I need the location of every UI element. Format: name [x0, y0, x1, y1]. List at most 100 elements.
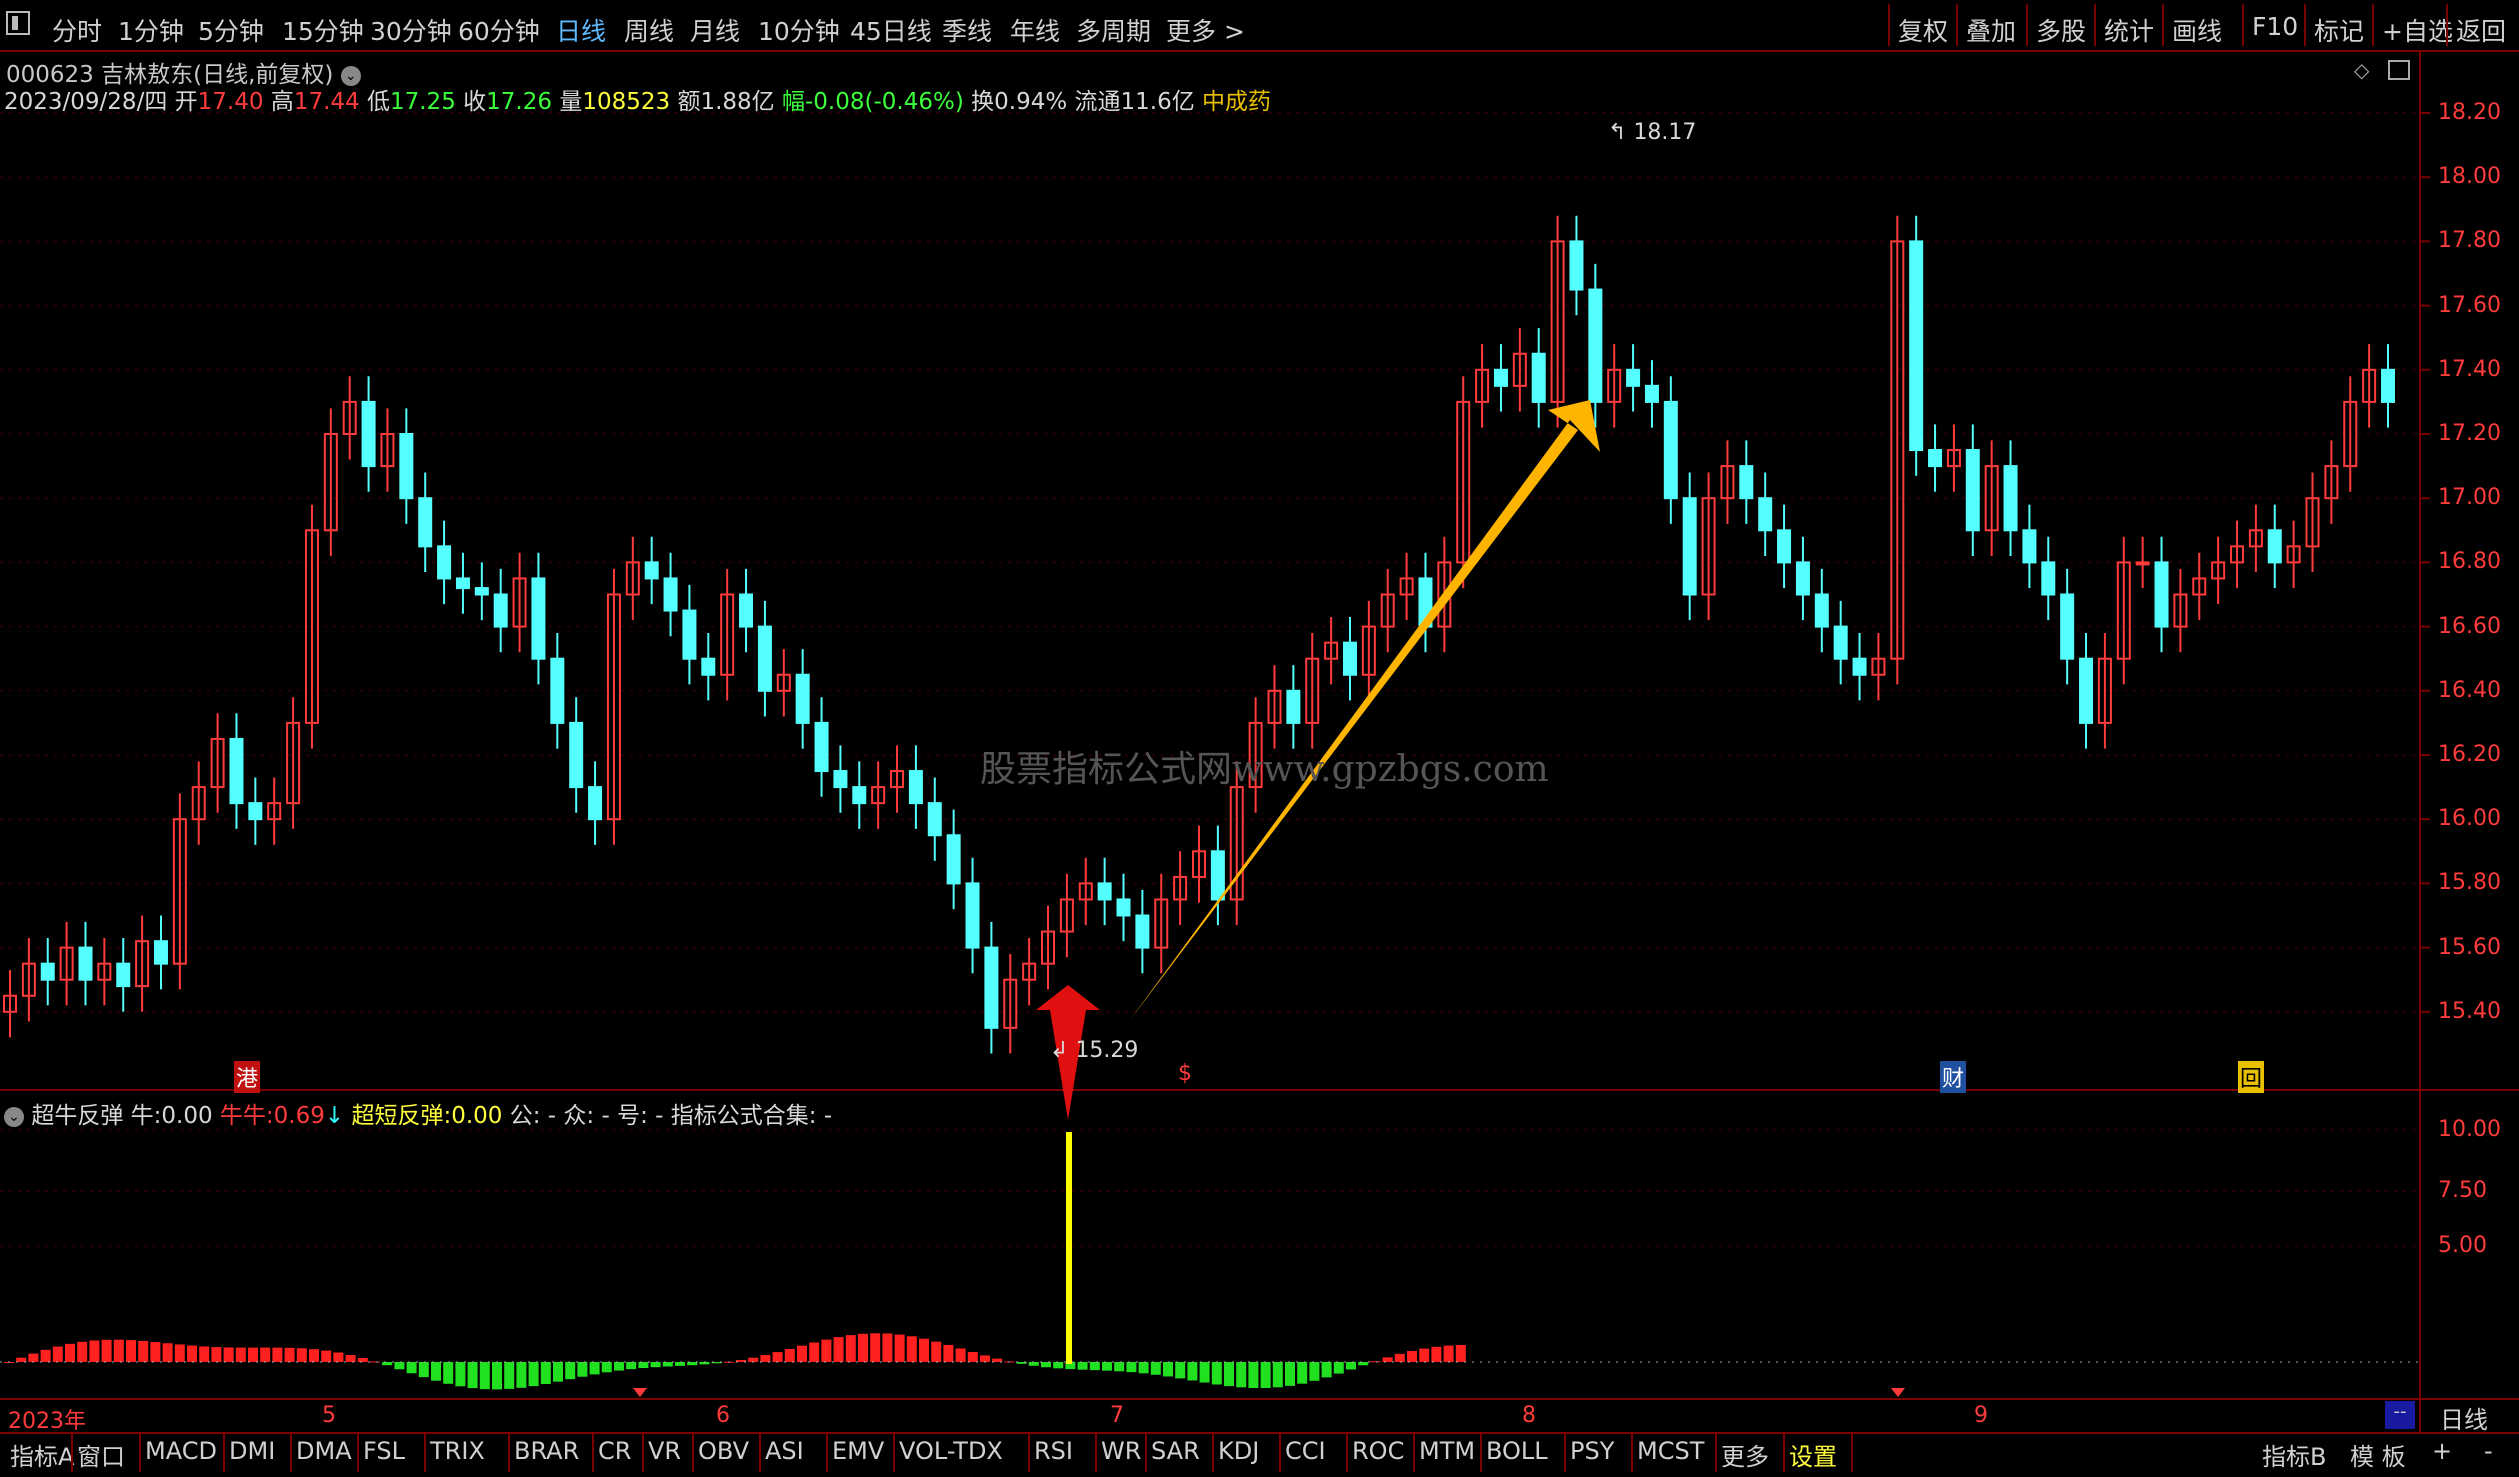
indicator-bar	[1089, 1362, 1100, 1371]
candle-body	[153, 940, 168, 965]
tool-button[interactable]: 复权	[1898, 12, 1948, 48]
period-tab[interactable]: 更多 >	[1166, 12, 1245, 48]
tool-button[interactable]: F10	[2252, 12, 2298, 41]
indicator-tab[interactable]: WR	[1101, 1437, 1141, 1465]
indicator-bar	[565, 1362, 576, 1380]
period-tab[interactable]: 月线	[690, 12, 740, 48]
indicator-tab[interactable]: TRIX	[430, 1437, 485, 1465]
indicator-name[interactable]: 超牛反弹	[31, 1103, 123, 1129]
candle-body	[550, 657, 565, 724]
indicator-bar	[528, 1362, 539, 1387]
right-tab[interactable]: -	[2484, 1437, 2493, 1465]
indicator-tab[interactable]: 更多	[1721, 1437, 1769, 1472]
indicator-axis-label: 5.00	[2438, 1233, 2487, 1258]
tool-button[interactable]: 多股	[2036, 12, 2086, 48]
period-tab[interactable]: 15分钟	[282, 12, 364, 48]
tool-button[interactable]: 画线	[2172, 12, 2222, 48]
event-marker-finance[interactable]: 财	[1940, 1061, 1967, 1093]
indicator-tab[interactable]: ROC	[1352, 1437, 1404, 1465]
indicator-bar	[150, 1342, 161, 1362]
indicator-bar	[28, 1353, 39, 1362]
price-axis-label: 15.40	[2438, 998, 2501, 1024]
candle-body	[474, 587, 489, 596]
period-tab[interactable]: 周线	[624, 12, 674, 48]
tool-button[interactable]: 叠加	[1966, 12, 2016, 48]
indicator-tab[interactable]: MTM	[1419, 1437, 1475, 1465]
indicator-bar	[797, 1345, 807, 1362]
event-marker-return[interactable]: 回	[2238, 1061, 2265, 1093]
indicator-tab[interactable]: BRAR	[514, 1437, 579, 1465]
indicator-bar	[1382, 1357, 1393, 1362]
indicator-bar	[1248, 1362, 1259, 1389]
period-tab[interactable]: 1分钟	[118, 12, 184, 48]
candle-body	[1342, 641, 1357, 676]
period-tab[interactable]: 多周期	[1076, 12, 1151, 48]
candle-body	[1644, 384, 1659, 403]
indicator-bar	[1297, 1362, 1308, 1384]
indicator-tab[interactable]: 设置	[1789, 1437, 1837, 1472]
indicator-tab[interactable]: FSL	[363, 1437, 405, 1465]
indicator-tab[interactable]: VR	[648, 1437, 681, 1465]
period-tab[interactable]: 5分钟	[198, 12, 264, 48]
period-tab[interactable]: 60分钟	[458, 12, 540, 48]
indicator-tab[interactable]: DMA	[296, 1437, 352, 1465]
candle-body	[1210, 850, 1225, 901]
indicator-tab[interactable]: ASI	[765, 1437, 804, 1465]
indicator-tab[interactable]: MACD	[145, 1437, 217, 1465]
period-tab[interactable]: 30分钟	[370, 12, 452, 48]
indicator-tab[interactable]: CR	[598, 1437, 631, 1465]
candle-body	[569, 721, 584, 789]
period-tab[interactable]: 日线	[556, 12, 606, 48]
indicator-tab[interactable]: KDJ	[1218, 1437, 1259, 1465]
tool-button[interactable]: 返回	[2456, 12, 2506, 48]
indicator-bar	[248, 1347, 258, 1362]
period-tab[interactable]: 年线	[1010, 12, 1060, 48]
period-tab[interactable]: 分时	[52, 12, 102, 48]
indicator-tab[interactable]: SAR	[1151, 1437, 1200, 1465]
price-axis-label: 17.40	[2438, 356, 2501, 382]
price-axis-label: 16.00	[2438, 806, 2501, 832]
event-marker-dollar[interactable]: $	[1178, 1061, 1192, 1086]
price-axis-label: 18.00	[2438, 164, 2501, 190]
period-label[interactable]: 日线	[2440, 1400, 2488, 1435]
tool-button[interactable]: 标记	[2314, 12, 2364, 48]
indicator-tab[interactable]: MCST	[1637, 1437, 1704, 1465]
right-tab[interactable]: +	[2432, 1437, 2452, 1465]
indicator-tab[interactable]: DMI	[229, 1437, 275, 1465]
tab-separator	[1413, 1434, 1415, 1472]
tab-separator	[508, 1434, 510, 1472]
indicator-tab[interactable]: RSI	[1034, 1437, 1073, 1465]
indicator-tab[interactable]: EMV	[832, 1437, 884, 1465]
indicator-tab[interactable]: 窗口	[77, 1437, 125, 1472]
axis-marker-icon	[1891, 1388, 1905, 1397]
tool-button[interactable]: +自选	[2382, 12, 2453, 48]
indicator-tab[interactable]: CCI	[1285, 1437, 1326, 1465]
right-tab[interactable]: 模 板	[2350, 1437, 2406, 1472]
event-marker-hk[interactable]: 港	[234, 1061, 261, 1093]
period-tab[interactable]: 45日线	[850, 12, 932, 48]
axis-scroll-icon[interactable]: --	[2385, 1401, 2415, 1429]
indicator-bar	[626, 1362, 637, 1370]
indicator-bar	[1407, 1350, 1417, 1362]
indicator-dropdown-icon[interactable]: ⌄	[4, 1106, 24, 1127]
high-annotation-value: 18.17	[1633, 120, 1697, 145]
tool-button[interactable]: 统计	[2104, 12, 2154, 48]
candle-body	[1909, 240, 1924, 452]
indicator-bar	[211, 1347, 222, 1362]
right-tab[interactable]: 指标B	[2262, 1437, 2326, 1472]
price-axis-label: 15.60	[2438, 934, 2501, 960]
tab-separator	[1564, 1434, 1566, 1472]
indicator-tab[interactable]: PSY	[1570, 1437, 1614, 1465]
indicator-tab[interactable]: BOLL	[1486, 1437, 1548, 1465]
indicator-tab[interactable]: OBV	[698, 1437, 749, 1465]
indicator-bar	[1236, 1362, 1247, 1388]
candlestick-chart[interactable]	[0, 0, 2519, 1475]
period-tab[interactable]: 季线	[942, 12, 992, 48]
indicator-tab[interactable]: VOL-TDX	[899, 1437, 1003, 1465]
tab-separator	[1212, 1434, 1214, 1472]
indicator-tab[interactable]: 指标A	[10, 1437, 74, 1472]
tab-separator	[1346, 1434, 1348, 1472]
candle-body	[418, 497, 433, 548]
indicator-bar	[370, 1361, 380, 1363]
period-tab[interactable]: 10分钟	[758, 12, 840, 48]
